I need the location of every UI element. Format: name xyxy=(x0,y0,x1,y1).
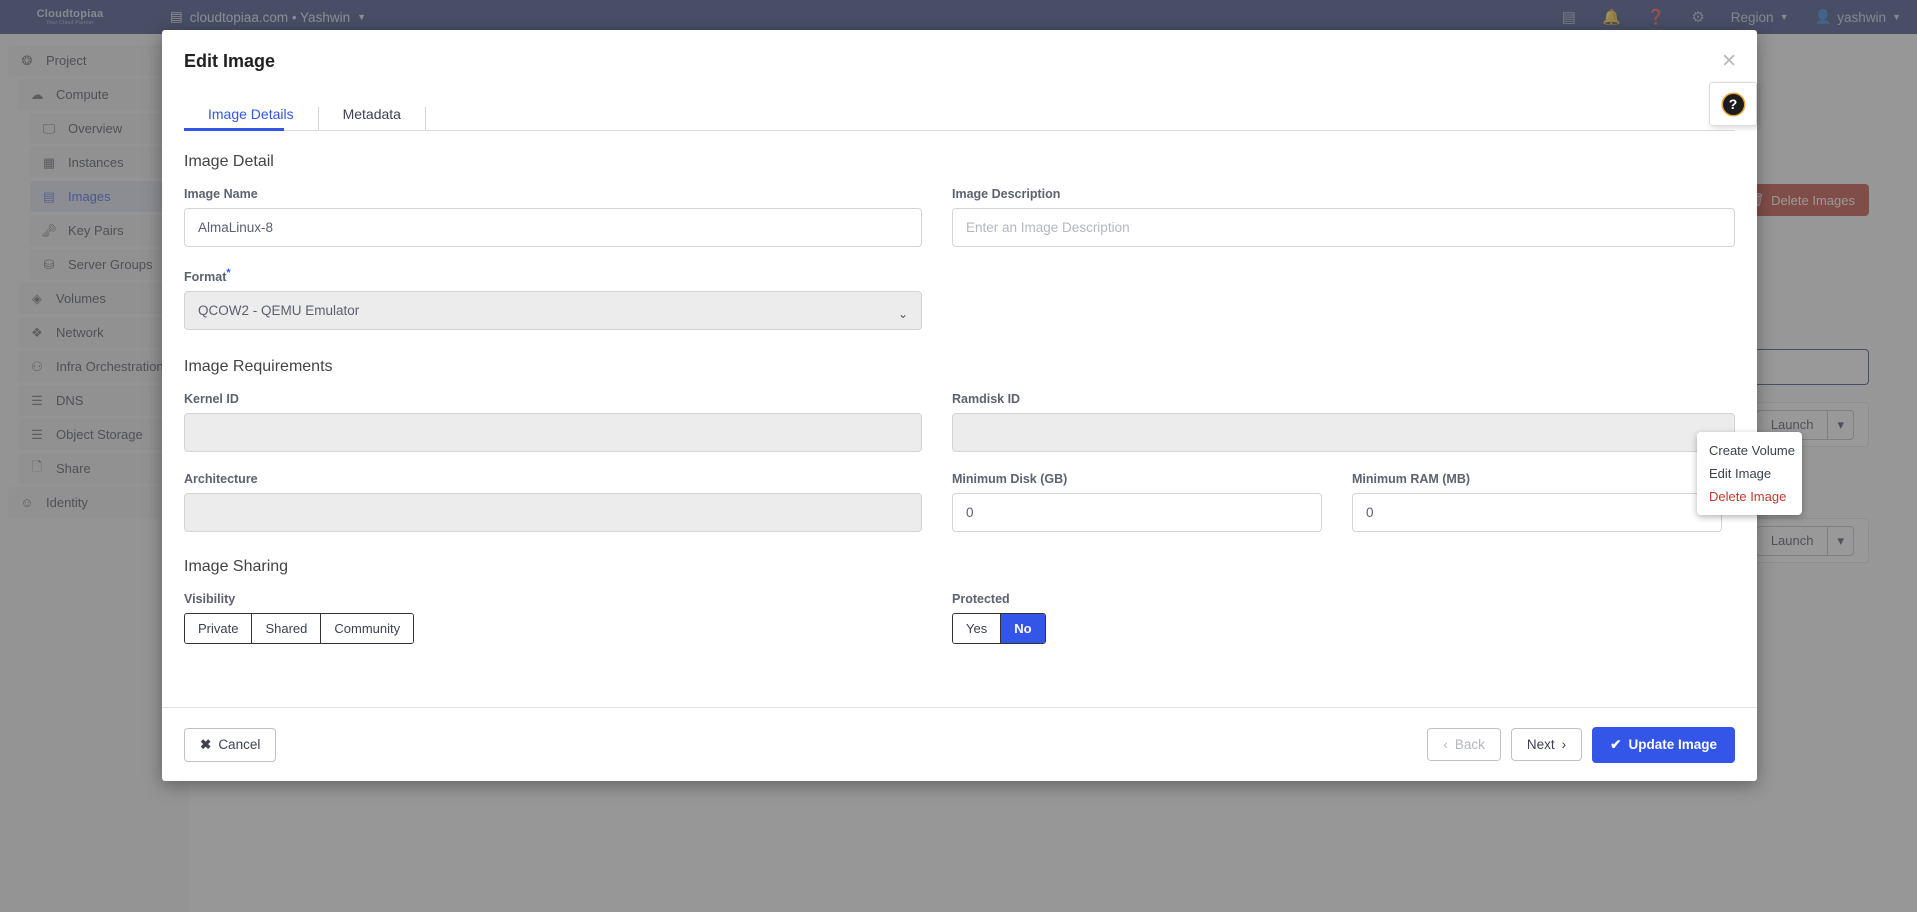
update-image-button[interactable]: ✔ Update Image xyxy=(1592,727,1735,763)
cancel-button[interactable]: ✖ Cancel xyxy=(184,728,276,762)
image-name-field: Image Name AlmaLinux-8 xyxy=(184,187,922,247)
next-button[interactable]: Next › xyxy=(1511,728,1582,761)
ramdisk-id-field: Ramdisk ID xyxy=(952,392,1735,452)
option-private[interactable]: Private xyxy=(185,614,252,643)
minimum-disk-label: Minimum Disk (GB) xyxy=(952,472,1322,486)
image-description-field: Image Description Enter an Image Descrip… xyxy=(952,187,1735,247)
format-label-text: Format xyxy=(184,270,226,284)
tab-image-details[interactable]: Image Details xyxy=(184,107,319,130)
minimum-ram-label: Minimum RAM (MB) xyxy=(1352,472,1722,486)
close-icon[interactable]: ✕ xyxy=(1721,52,1737,71)
section-image-sharing-heading: Image Sharing xyxy=(184,558,1735,576)
section-image-detail-heading: Image Detail xyxy=(184,153,1735,171)
requirements-row-1: Kernel ID Ramdisk ID xyxy=(184,392,1735,472)
edit-image-modal: Edit Image ✕ ? Image Details Metadata Im… xyxy=(162,30,1757,781)
format-field: Format* QCOW2 - QEMU Emulator ⌄ xyxy=(184,267,922,330)
visibility-segmented-control[interactable]: PrivateSharedCommunity xyxy=(184,613,414,644)
update-image-label: Update Image xyxy=(1628,737,1717,752)
image-detail-row: Image Name AlmaLinux-8 Image Description… xyxy=(184,187,1735,267)
minimum-disk-input[interactable]: 0 xyxy=(952,493,1322,532)
architecture-column: Architecture xyxy=(184,472,952,552)
image-name-input[interactable]: AlmaLinux-8 xyxy=(184,208,922,247)
option-yes[interactable]: Yes xyxy=(953,614,1001,643)
ramdisk-id-column: Ramdisk ID xyxy=(952,392,1735,472)
modal-footer: ✖ Cancel ‹ Back Next › ✔ Update Image xyxy=(162,707,1757,781)
kernel-id-input[interactable] xyxy=(184,413,922,452)
protected-label: Protected xyxy=(952,592,1046,606)
section-image-requirements-heading: Image Requirements xyxy=(184,358,1735,376)
next-label: Next xyxy=(1527,737,1555,752)
protected-toggle[interactable]: YesNo xyxy=(952,613,1046,644)
close-icon: ✖ xyxy=(200,737,211,753)
required-asterisk: * xyxy=(226,267,230,279)
tab-underline xyxy=(184,130,1735,131)
option-community[interactable]: Community xyxy=(321,614,413,643)
row-action-menu[interactable]: Create VolumeEdit ImageDelete Image xyxy=(1697,432,1802,515)
architecture-label: Architecture xyxy=(184,472,922,486)
modal-body: Image Detail Image Name AlmaLinux-8 Imag… xyxy=(162,131,1757,707)
tab-metadata[interactable]: Metadata xyxy=(319,107,426,130)
ramdisk-id-label: Ramdisk ID xyxy=(952,392,1735,406)
modal-tabs: Image Details Metadata xyxy=(162,92,1757,130)
question-mark-icon: ? xyxy=(1723,94,1744,115)
image-description-column: Image Description Enter an Image Descrip… xyxy=(952,187,1735,267)
minimum-disk-field: Minimum Disk (GB) 0 xyxy=(952,472,1322,532)
modal-title: Edit Image xyxy=(184,51,275,72)
format-spacer xyxy=(952,267,1735,350)
format-label: Format* xyxy=(184,267,922,284)
requirements-row-2: Architecture Minimum Disk (GB) 0 Minimum… xyxy=(184,472,1735,552)
chevron-right-icon: › xyxy=(1562,737,1567,752)
image-description-label: Image Description xyxy=(952,187,1735,201)
menu-item-edit-image[interactable]: Edit Image xyxy=(1697,462,1802,485)
format-column: Format* QCOW2 - QEMU Emulator ⌄ xyxy=(184,267,952,350)
visibility-column: Visibility PrivateSharedCommunity xyxy=(184,592,952,644)
menu-item-delete-image[interactable]: Delete Image xyxy=(1697,485,1802,508)
kernel-id-label: Kernel ID xyxy=(184,392,922,406)
sharing-row: Visibility PrivateSharedCommunity Protec… xyxy=(184,592,1735,644)
ramdisk-id-input[interactable] xyxy=(952,413,1735,452)
cancel-label: Cancel xyxy=(218,737,260,752)
back-label: Back xyxy=(1455,737,1485,752)
kernel-id-column: Kernel ID xyxy=(184,392,952,472)
help-button[interactable]: ? xyxy=(1709,82,1757,126)
image-name-label: Image Name xyxy=(184,187,922,201)
minimum-ram-input[interactable]: 0 xyxy=(1352,493,1722,532)
protected-field: Protected YesNo xyxy=(952,592,1046,644)
disk-ram-column: Minimum Disk (GB) 0 Minimum RAM (MB) 0 xyxy=(952,472,1735,552)
modal-header: Edit Image ✕ xyxy=(162,30,1757,92)
format-row: Format* QCOW2 - QEMU Emulator ⌄ xyxy=(184,267,1735,350)
format-select[interactable]: QCOW2 - QEMU Emulator xyxy=(184,291,922,330)
architecture-field: Architecture xyxy=(184,472,922,532)
menu-item-create-volume[interactable]: Create Volume xyxy=(1697,439,1802,462)
chevron-left-icon: ‹ xyxy=(1443,737,1448,752)
minimum-ram-field: Minimum RAM (MB) 0 xyxy=(1352,472,1722,532)
check-icon: ✔ xyxy=(1610,737,1621,753)
image-name-column: Image Name AlmaLinux-8 xyxy=(184,187,952,267)
back-button[interactable]: ‹ Back xyxy=(1427,728,1501,761)
protected-column: Protected YesNo xyxy=(952,592,1735,644)
kernel-id-field: Kernel ID xyxy=(184,392,922,452)
visibility-label: Visibility xyxy=(184,592,922,606)
architecture-input[interactable] xyxy=(184,493,922,532)
option-shared[interactable]: Shared xyxy=(252,614,321,643)
image-description-input[interactable]: Enter an Image Description xyxy=(952,208,1735,247)
option-no[interactable]: No xyxy=(1001,614,1044,643)
